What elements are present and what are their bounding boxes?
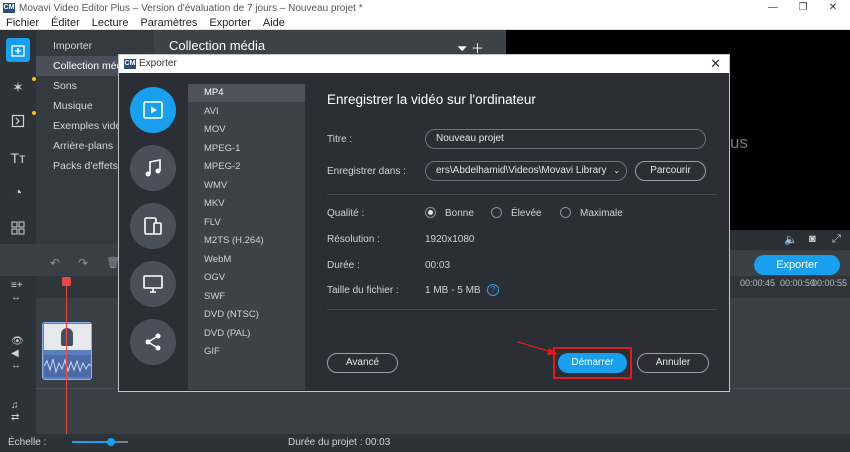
annotation-arrow	[517, 341, 558, 355]
